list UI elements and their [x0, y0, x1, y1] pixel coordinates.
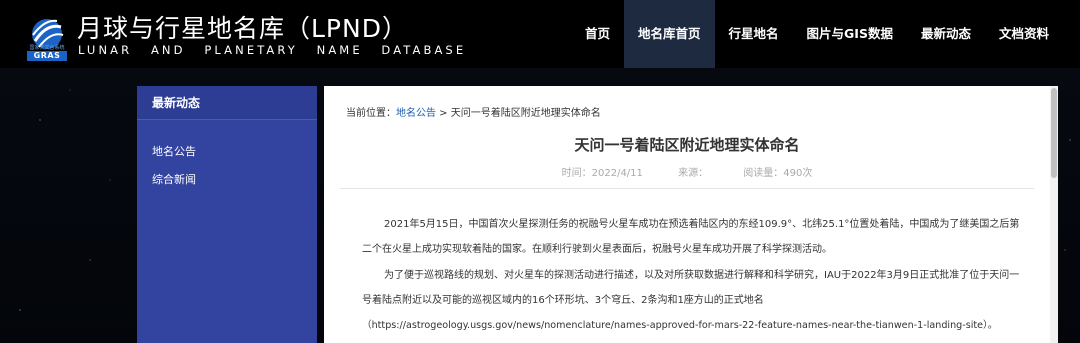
article-source-url: （https://astrogeology.usgs.gov/news/nome… — [362, 320, 998, 332]
nav-database-home[interactable]: 地名库首页 — [624, 0, 715, 68]
site-subtitle: LUNAR AND PLANETARY NAME DATABASE — [78, 43, 467, 57]
article-source: 来源： — [678, 168, 709, 179]
article-views: 阅读量：490次 — [743, 168, 813, 179]
article-paragraph: 为了便于巡视路线的规划、对火星车的探测活动进行描述，以及对所获取数据进行解释和科… — [362, 269, 1020, 306]
article-time: 时间：2022/4/11 — [561, 168, 643, 179]
nav-planet-names[interactable]: 行星地名 — [715, 0, 793, 68]
breadcrumb-prefix: 当前位置： — [346, 108, 396, 119]
scrollbar-thumb[interactable] — [1051, 88, 1057, 178]
nav-images-gis[interactable]: 图片与GIS数据 — [793, 0, 907, 68]
breadcrumb: 当前位置：地名公告 > 天问一号着陆区附近地理实体命名 — [346, 104, 601, 119]
nav-documents[interactable]: 文档资料 — [985, 0, 1063, 68]
breadcrumb-current: 天问一号着陆区附近地理实体命名 — [450, 108, 601, 119]
nav-home[interactable]: 首页 — [571, 0, 624, 68]
article-body: 2021年5月15日，中国首次火星探测任务的祝融号火星车成功在预选着陆区内的东经… — [362, 212, 1022, 338]
sidebar-item-general-news[interactable]: 综合新闻 — [137, 166, 317, 194]
nav-latest-news[interactable]: 最新动态 — [907, 0, 985, 68]
site-header: 国家天文台系统 GRAS 月球与行星地名库（LPND） LUNAR AND PL… — [0, 0, 1080, 68]
breadcrumb-separator: > — [436, 108, 451, 119]
article-title: 天问一号着陆区附近地理实体命名 — [574, 136, 800, 154]
scrollbar[interactable] — [1050, 86, 1058, 343]
logo-gras-text: GRAS — [27, 51, 67, 61]
sidebar-list: 地名公告 综合新闻 — [137, 120, 317, 194]
article-panel: 当前位置：地名公告 > 天问一号着陆区附近地理实体命名 天问一号着陆区附近地理实… — [324, 86, 1058, 343]
sidebar-item-announcements[interactable]: 地名公告 — [137, 138, 317, 166]
logo-caption: 国家天文台系统 — [29, 45, 65, 51]
sidebar-heading: 最新动态 — [137, 86, 317, 120]
divider — [340, 188, 1034, 189]
breadcrumb-link-announcements[interactable]: 地名公告 — [396, 108, 436, 119]
main-nav: 首页 地名库首页 行星地名 图片与GIS数据 最新动态 文档资料 — [571, 0, 1063, 68]
article-paragraph: 2021年5月15日，中国首次火星探测任务的祝融号火星车成功在预选着陆区内的东经… — [362, 219, 1020, 256]
article-meta: 时间：2022/4/11 来源： 阅读量：490次 — [324, 164, 1050, 179]
sidebar: 最新动态 地名公告 综合新闻 — [137, 86, 317, 343]
site-title: 月球与行星地名库（LPND） — [77, 14, 408, 43]
